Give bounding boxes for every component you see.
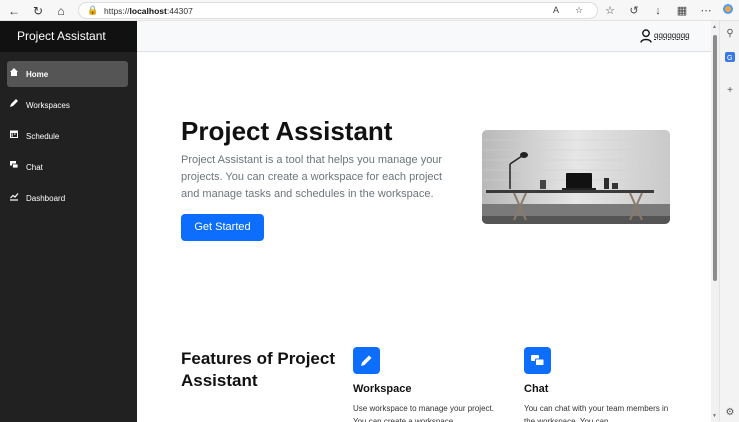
sidebar-item-label: Home [26,70,49,79]
favorites-icon[interactable]: ☆ [602,3,618,19]
sidebar-item-chat[interactable]: Chat [7,154,128,180]
url-text: https://localhost:44307 [104,6,193,16]
downloads-icon[interactable]: ↓ [650,3,666,19]
copilot-icon[interactable] [720,3,736,19]
lock-icon: 🔒 [87,5,99,15]
sidebar-item-dashboard[interactable]: Dashboard [7,185,128,211]
brand-title[interactable]: Project Assistant [0,21,137,52]
sidebar-item-home[interactable]: Home [7,61,128,87]
pencil-icon [353,347,380,374]
page-scrollbar[interactable]: ▲ ▼ [711,21,719,422]
refresh-icon[interactable]: ↻ [30,3,46,19]
feature-text-workspace: Use workspace to manage your project. Yo… [353,404,494,422]
chart-icon [8,191,20,203]
get-started-button[interactable]: Get Started [181,214,264,241]
scroll-down-icon[interactable]: ▼ [712,413,717,419]
back-icon[interactable]: ← [6,3,22,19]
browser-side-rail: ⚲ G + ⚙ [719,21,739,422]
address-bar[interactable]: 🔒 https://localhost:44307 A ☆ [78,2,598,19]
translate-icon[interactable]: G [724,51,736,63]
browser-toolbar: ← ↻ ⌂ 🔒 https://localhost:44307 A ☆ ☆ ↺ … [0,0,739,21]
search-icon[interactable]: ⚲ [724,28,736,40]
feature-title-chat: Chat [524,383,549,395]
feature-title-workspace: Workspace [353,383,412,395]
collections-icon[interactable]: ▦ [674,3,690,19]
sidebar-item-workspaces[interactable]: Workspaces [7,92,128,118]
feature-text-chat: You can chat with your team members in t… [524,404,669,422]
username-link[interactable]: qqqqqqqq [654,31,690,40]
chat-bubbles-icon [524,347,551,374]
chat-icon [8,160,20,172]
more-icon[interactable]: ⋯ [698,3,714,19]
scroll-up-icon[interactable]: ▲ [712,24,717,30]
settings-gear-icon[interactable]: ⚙ [724,407,736,419]
sidebar-item-schedule[interactable]: Schedule [7,123,128,149]
main-content: Project Assistant Project Assistant is a… [137,52,711,422]
app-sidebar: Project Assistant Home Workspaces Schedu… [0,21,137,422]
read-aloud-icon[interactable]: A [553,5,559,15]
pencil-icon [8,98,20,110]
hero-image [482,130,670,224]
sidebar-item-label: Dashboard [26,194,66,203]
add-icon[interactable]: + [724,85,736,97]
calendar-icon [8,129,20,141]
hero-description: Project Assistant is a tool that helps y… [181,154,443,200]
scroll-thumb[interactable] [713,35,717,281]
svg-text:G: G [727,55,732,62]
app-header: qqqqqqqq [137,21,711,52]
sidebar-item-label: Workspaces [26,101,70,110]
sidebar-item-label: Chat [26,163,43,172]
home-icon [8,67,20,79]
favorite-star-icon[interactable]: ☆ [575,5,583,16]
hero-title: Project Assistant [181,116,393,146]
sidebar-item-label: Schedule [26,132,60,141]
home-browser-icon[interactable]: ⌂ [53,3,69,19]
features-title: Features of Project Assistant [181,349,335,390]
user-icon[interactable] [640,29,652,43]
history-icon[interactable]: ↺ [626,3,642,19]
